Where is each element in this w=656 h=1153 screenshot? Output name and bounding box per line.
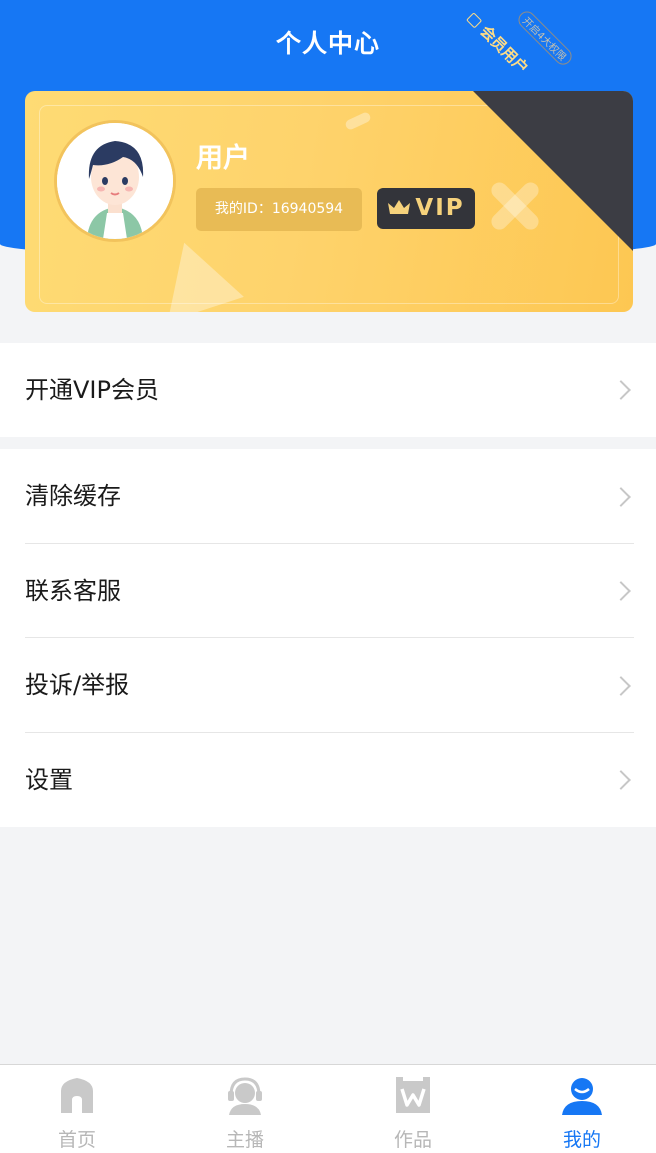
tab-mine[interactable]: 我的 — [527, 1065, 637, 1153]
menu-item-label: 联系客服 — [25, 577, 121, 605]
headset-icon — [228, 1077, 262, 1115]
user-id-pill: 我的ID：16940594 — [196, 188, 362, 231]
avatar-illustration-icon — [57, 123, 173, 239]
vip-badge: VIP — [377, 188, 475, 229]
username: 用户 — [196, 143, 250, 174]
chevron-right-icon — [611, 770, 631, 790]
works-icon — [396, 1077, 430, 1113]
tab-home[interactable]: 首页 — [22, 1065, 132, 1153]
crown-icon — [388, 200, 411, 214]
tab-label: 我的 — [562, 1129, 601, 1151]
menu-item-report[interactable]: 投诉/举报 — [0, 638, 656, 733]
user-icon — [562, 1078, 602, 1115]
menu-item-label: 设置 — [25, 766, 73, 794]
tab-label: 首页 — [57, 1129, 96, 1151]
menu-item-label: 清除缓存 — [25, 482, 121, 510]
avatar[interactable] — [54, 120, 176, 242]
bottom-tab-bar: 首页 主播 作品 我的 — [0, 1064, 656, 1153]
menu-item-label: 投诉/举报 — [25, 671, 130, 699]
tab-label: 主播 — [225, 1129, 264, 1151]
menu-item-label: 开通VIP会员 — [25, 376, 159, 404]
chevron-right-icon — [611, 380, 631, 400]
chevron-right-icon — [611, 581, 631, 601]
menu-item-contact-support[interactable]: 联系客服 — [0, 544, 656, 638]
chevron-right-icon — [611, 486, 631, 507]
menu-item-settings[interactable]: 设置 — [0, 733, 656, 827]
vip-badge-label: VIP — [415, 195, 465, 221]
member-corner-ribbon — [473, 91, 633, 251]
menu-item-open-vip[interactable]: 开通VIP会员 — [0, 343, 656, 437]
tab-works[interactable]: 作品 — [358, 1065, 468, 1153]
tab-label: 作品 — [393, 1129, 432, 1151]
home-icon — [61, 1078, 93, 1113]
menu-item-clear-cache[interactable]: 清除缓存 — [0, 449, 656, 544]
tab-anchor[interactable]: 主播 — [190, 1065, 300, 1153]
chevron-right-icon — [611, 675, 631, 696]
